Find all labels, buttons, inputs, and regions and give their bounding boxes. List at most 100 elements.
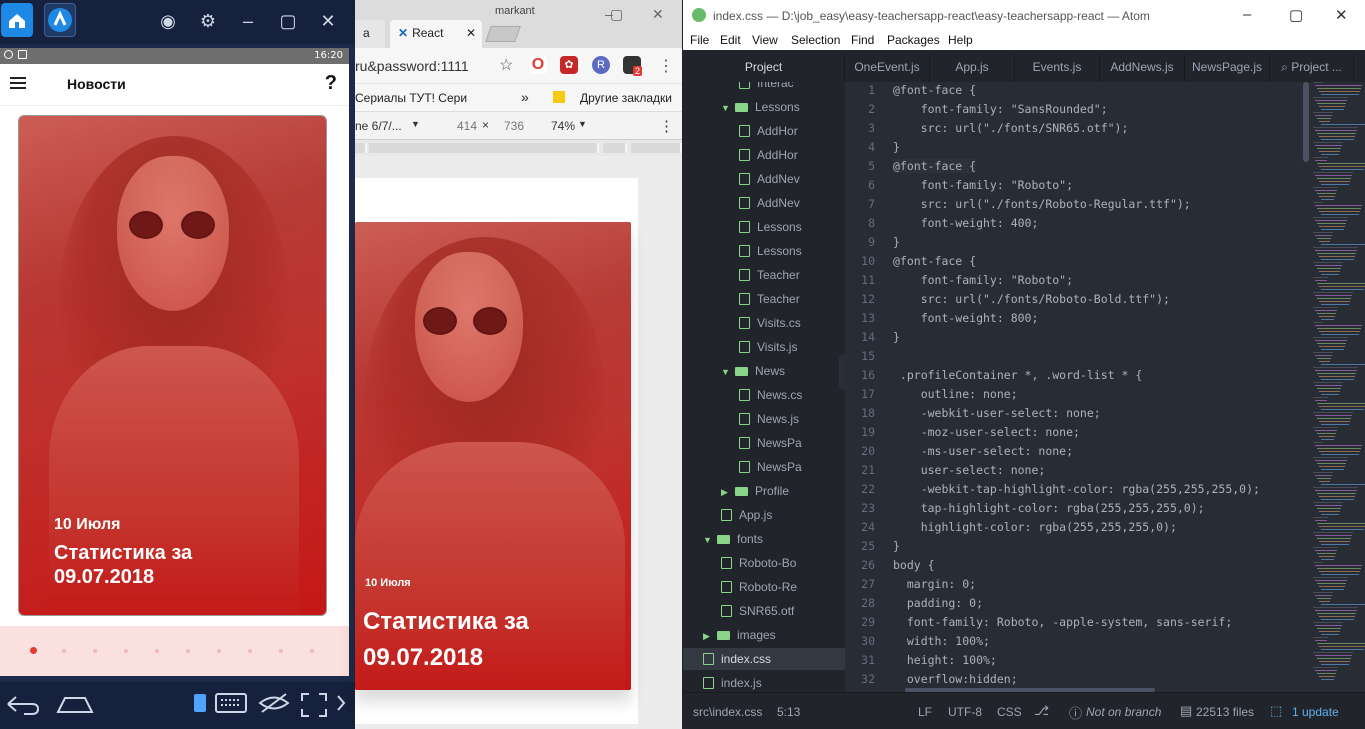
file-encoding[interactable]: UTF-8	[948, 705, 982, 719]
pager-dot-active[interactable]	[30, 647, 37, 654]
code-line[interactable]: font-weight: 800;	[893, 311, 1039, 325]
back-icon[interactable]	[2, 692, 40, 716]
code-line[interactable]: padding: 0;	[893, 596, 983, 610]
code-line[interactable]: @font-face {	[893, 83, 976, 97]
tree-folder[interactable]: ▼ fonts	[683, 528, 845, 550]
tree-file[interactable]: SNR65.otf	[683, 600, 845, 622]
news-card[interactable]: 10 Июля Статистика за 09.07.2018	[355, 222, 631, 690]
menu-help[interactable]: Help	[948, 33, 973, 47]
code-line[interactable]: }	[893, 330, 900, 344]
media-query-ruler[interactable]	[355, 140, 682, 156]
phone-icon[interactable]	[193, 692, 207, 714]
code-line[interactable]: body {	[893, 558, 935, 572]
star-icon[interactable]: ☆	[499, 55, 513, 75]
pager-dot[interactable]	[186, 649, 190, 653]
other-bookmarks[interactable]: Другие закладки	[580, 91, 672, 105]
maximize-button[interactable]: ▢	[1289, 6, 1303, 24]
code-line[interactable]: -moz-user-select: none;	[893, 425, 1080, 439]
news-card[interactable]: 10 Июля Статистика за 09.07.2018	[18, 115, 327, 616]
extension-icon[interactable]: ✿	[560, 56, 578, 74]
bookmarks-more-icon[interactable]: »	[521, 89, 529, 105]
tree-file[interactable]: News.cs	[683, 384, 845, 406]
grammar[interactable]: CSS	[997, 705, 1022, 719]
code-line[interactable]: src: url("./fonts/Roboto-Bold.ttf");	[893, 292, 1170, 306]
code-line[interactable]: src: url("./fonts/SNR65.otf");	[893, 121, 1129, 135]
tree-folder[interactable]: ▼ Lessons	[683, 96, 845, 118]
tab-newspage[interactable]: NewsPage.js	[1185, 54, 1270, 82]
pager-dot[interactable]	[217, 649, 221, 653]
code-line[interactable]: font-weight: 400;	[893, 216, 1039, 230]
code-line[interactable]: src: url("./fonts/Roboto-Regular.ttf");	[893, 197, 1191, 211]
code-line[interactable]: user-select: none;	[893, 463, 1046, 477]
extension-icon[interactable]: R	[592, 56, 610, 74]
profile-name[interactable]: markant	[495, 5, 535, 17]
close-button[interactable]: ✕	[317, 10, 339, 32]
tab-project-panel[interactable]: Project	[683, 54, 845, 82]
code-line[interactable]: @font-face {	[893, 254, 976, 268]
minimize-button[interactable]: –	[237, 10, 259, 32]
help-button[interactable]: ?	[325, 72, 337, 95]
tree-file[interactable]: App.js	[683, 504, 845, 526]
code-line[interactable]: height: 100%;	[893, 653, 997, 667]
bookmark-item[interactable]: Сериалы ТУТ! Сери	[355, 91, 467, 105]
menu-view[interactable]: View	[752, 33, 778, 47]
chevron-right-icon[interactable]	[335, 692, 347, 714]
tree-file[interactable]: index.js	[683, 672, 845, 692]
code-line[interactable]: width: 100%;	[893, 634, 990, 648]
pager-dot[interactable]	[93, 649, 97, 653]
code-line[interactable]: }	[893, 539, 900, 553]
code-line[interactable]: @font-face {	[893, 159, 977, 173]
home-tab[interactable]	[1, 3, 33, 37]
hamburger-menu-icon[interactable]	[10, 77, 26, 89]
close-tab-icon[interactable]: ✕	[466, 26, 476, 40]
eye-icon[interactable]	[258, 692, 290, 714]
tree-file[interactable]: AddHor	[683, 120, 845, 142]
pager-dot[interactable]	[279, 649, 283, 653]
file-count[interactable]: 22513 files	[1196, 705, 1254, 719]
tree-folder[interactable]: ▼ News	[683, 360, 845, 382]
pager-dot[interactable]	[155, 649, 159, 653]
code-line[interactable]: highlight-color: rgba(255,255,255,0);	[893, 520, 1177, 534]
tree-file[interactable]: NewsPa	[683, 456, 845, 478]
app-tab[interactable]	[44, 3, 76, 37]
code-line[interactable]: overflow:hidden;	[893, 672, 1018, 686]
tree-file[interactable]: Teacher	[683, 264, 845, 286]
line-ending[interactable]: LF	[918, 705, 932, 719]
tree-file[interactable]: AddNev	[683, 192, 845, 214]
tree-folder[interactable]: ▶ Profile	[683, 480, 845, 502]
code-line[interactable]: .profileContainer *, .word-list * {	[893, 368, 1142, 382]
width-input[interactable]: 414	[457, 119, 477, 133]
keyboard-icon[interactable]	[215, 692, 247, 714]
code-line[interactable]: -webkit-tap-highlight-color: rgba(255,25…	[893, 482, 1260, 496]
menu-find[interactable]: Find	[851, 33, 874, 47]
account-icon[interactable]: ◉	[157, 10, 179, 32]
minimize-button[interactable]: –	[1243, 6, 1251, 23]
update-link[interactable]: 1 update	[1292, 705, 1339, 719]
code-line[interactable]: }	[893, 140, 900, 154]
code-line[interactable]: font-family: "Roboto";	[893, 273, 1073, 287]
pager-dot[interactable]	[62, 649, 66, 653]
close-button[interactable]: ✕	[652, 6, 664, 23]
pager-dot[interactable]	[248, 649, 252, 653]
code-line[interactable]: outline: none;	[893, 387, 1018, 401]
device-select[interactable]: ne 6/7/...	[355, 119, 402, 133]
tab-events[interactable]: Events.js	[1015, 54, 1100, 82]
browser-tab-active[interactable]: ✕ React ✕	[390, 20, 482, 48]
kebab-menu-icon[interactable]: ⋮	[659, 117, 674, 135]
code-line[interactable]: font-family: "SansRounded";	[893, 102, 1108, 116]
cursor-position[interactable]: 5:13	[777, 705, 800, 719]
code-line[interactable]: }	[893, 235, 900, 249]
tree-file[interactable]: Visits.js	[683, 336, 845, 358]
tree-folder[interactable]: ▶ images	[683, 624, 845, 646]
height-input[interactable]: 736	[504, 119, 524, 133]
restore-button[interactable]: ▢	[610, 6, 623, 23]
tree-file[interactable]: AddHor	[683, 144, 845, 166]
tab-app[interactable]: App.js	[930, 54, 1015, 82]
code-line[interactable]: margin: 0;	[893, 577, 976, 591]
gear-icon[interactable]: ⚙	[197, 10, 219, 32]
code-line[interactable]: -ms-user-select: none;	[893, 444, 1073, 458]
pager-dot[interactable]	[124, 649, 128, 653]
tree-file[interactable]: index.css	[683, 648, 845, 670]
tree-file[interactable]: AddNev	[683, 168, 845, 190]
pager-dot[interactable]	[310, 649, 314, 653]
